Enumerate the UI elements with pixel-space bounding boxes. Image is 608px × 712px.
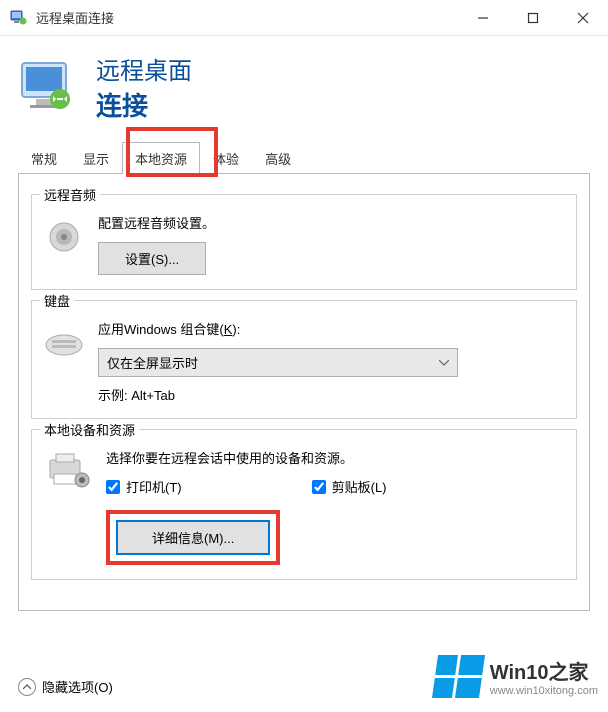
header-line1: 远程桌面 bbox=[96, 51, 192, 86]
group-local-devices: 本地设备和资源 选择你要在远程会话中使用的设备和资源。 打印机(T) bbox=[31, 429, 577, 580]
printer-label: 打印机(T) bbox=[126, 477, 182, 496]
group-keyboard: 键盘 应用Windows 组合键(K): 仅在全屏显示时 示例: Alt+Tab bbox=[31, 300, 577, 419]
hide-options-toggle[interactable]: 隐藏选项(O) bbox=[18, 677, 113, 696]
clipboard-checkbox[interactable]: 剪贴板(L) bbox=[312, 477, 387, 496]
hide-options-label: 隐藏选项(O) bbox=[42, 677, 113, 696]
header-line2: 连接 bbox=[96, 86, 192, 123]
tab-panel: 远程音频 配置远程音频设置。 设置(S)... 键盘 bbox=[18, 173, 590, 611]
windows-logo-icon bbox=[432, 655, 485, 698]
titlebar: 远程桌面连接 bbox=[0, 0, 608, 36]
remote-desktop-icon bbox=[18, 57, 78, 117]
tab-strip: 常规 显示 本地资源 体验 高级 bbox=[18, 141, 590, 173]
keyboard-combo-select[interactable]: 仅在全屏显示时 bbox=[98, 348, 458, 377]
header-text: 远程桌面 连接 bbox=[96, 51, 192, 123]
clipboard-checkbox-input[interactable] bbox=[312, 480, 326, 494]
printer-icon bbox=[44, 452, 92, 492]
keyboard-desc: 应用Windows 组合键(K): bbox=[98, 319, 564, 338]
app-small-icon bbox=[10, 9, 28, 27]
audio-desc: 配置远程音频设置。 bbox=[98, 213, 564, 232]
app-header: 远程桌面 连接 bbox=[18, 51, 590, 123]
tab-local-resources[interactable]: 本地资源 bbox=[122, 142, 200, 174]
tab-display[interactable]: 显示 bbox=[70, 142, 122, 174]
group-title-keyboard: 键盘 bbox=[40, 291, 74, 310]
keyboard-icon bbox=[44, 323, 84, 363]
watermark-brand: Win10之家 bbox=[490, 656, 598, 685]
clipboard-label: 剪贴板(L) bbox=[332, 477, 387, 496]
maximize-button[interactable] bbox=[508, 0, 558, 36]
chevron-down-icon bbox=[439, 360, 449, 366]
group-title-audio: 远程音频 bbox=[40, 185, 100, 204]
watermark-url: www.win10xitong.com bbox=[490, 685, 598, 697]
keyboard-example: 示例: Alt+Tab bbox=[98, 385, 564, 404]
audio-settings-button[interactable]: 设置(S)... bbox=[98, 242, 206, 275]
details-button[interactable]: 详细信息(M)... bbox=[116, 520, 270, 555]
group-title-devices: 本地设备和资源 bbox=[40, 420, 139, 439]
tab-experience[interactable]: 体验 bbox=[200, 142, 252, 174]
devices-desc: 选择你要在远程会话中使用的设备和资源。 bbox=[106, 448, 564, 467]
speaker-icon bbox=[44, 217, 84, 257]
select-value: 仅在全屏显示时 bbox=[107, 353, 198, 372]
window-title: 远程桌面连接 bbox=[36, 8, 458, 27]
printer-checkbox[interactable]: 打印机(T) bbox=[106, 477, 182, 496]
printer-checkbox-input[interactable] bbox=[106, 480, 120, 494]
tab-advanced[interactable]: 高级 bbox=[252, 142, 304, 174]
tab-general[interactable]: 常规 bbox=[18, 142, 70, 174]
chevron-up-icon bbox=[18, 678, 36, 696]
annotation-details-highlight: 详细信息(M)... bbox=[106, 510, 280, 565]
close-button[interactable] bbox=[558, 0, 608, 36]
group-remote-audio: 远程音频 配置远程音频设置。 设置(S)... bbox=[31, 194, 577, 290]
minimize-button[interactable] bbox=[458, 0, 508, 36]
watermark: Win10之家 www.win10xitong.com bbox=[435, 655, 598, 698]
